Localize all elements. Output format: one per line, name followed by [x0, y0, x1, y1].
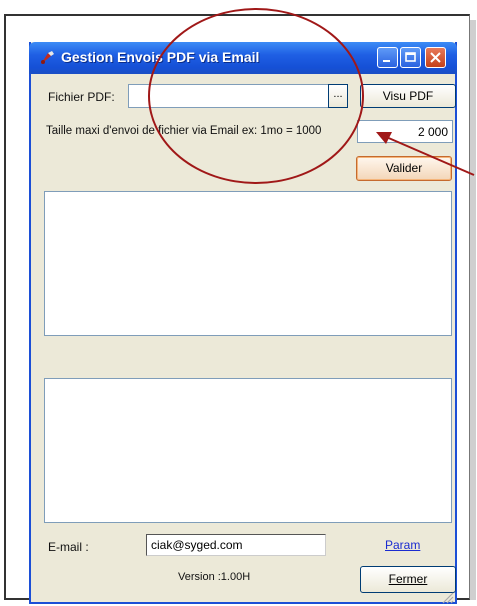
max-size-label: Taille maxi d'envoi de fichier via Email…	[46, 125, 322, 137]
title-bar[interactable]: Gestion Envois PDF via Email	[29, 42, 457, 74]
app-icon	[41, 51, 54, 64]
pdf-file-label: Fichier PDF:	[48, 90, 115, 104]
lower-list-pane[interactable]	[44, 378, 452, 523]
close-button[interactable]: Fermer	[360, 566, 456, 593]
minimize-button[interactable]	[377, 47, 398, 68]
email-input[interactable]	[146, 534, 326, 556]
browse-button[interactable]: ...	[328, 84, 348, 108]
view-pdf-button[interactable]: Visu PDF	[360, 84, 456, 108]
window-title: Gestion Envois PDF via Email	[61, 49, 260, 65]
email-label: E-mail :	[48, 540, 89, 554]
upper-list-pane[interactable]	[44, 191, 452, 336]
pdf-file-input[interactable]	[128, 84, 328, 108]
close-button-label: Fermer	[388, 572, 428, 586]
maximize-button[interactable]	[400, 47, 421, 68]
close-window-button[interactable]	[425, 47, 446, 68]
maximize-icon	[405, 52, 416, 62]
resize-grip-icon[interactable]	[440, 590, 454, 604]
minimize-icon	[383, 60, 390, 62]
param-link[interactable]: Param	[385, 538, 420, 552]
version-label: Version :1.00H	[178, 571, 251, 583]
frame-shadow	[470, 20, 476, 600]
close-icon	[430, 52, 441, 63]
annotation-arrow-icon	[376, 132, 475, 176]
